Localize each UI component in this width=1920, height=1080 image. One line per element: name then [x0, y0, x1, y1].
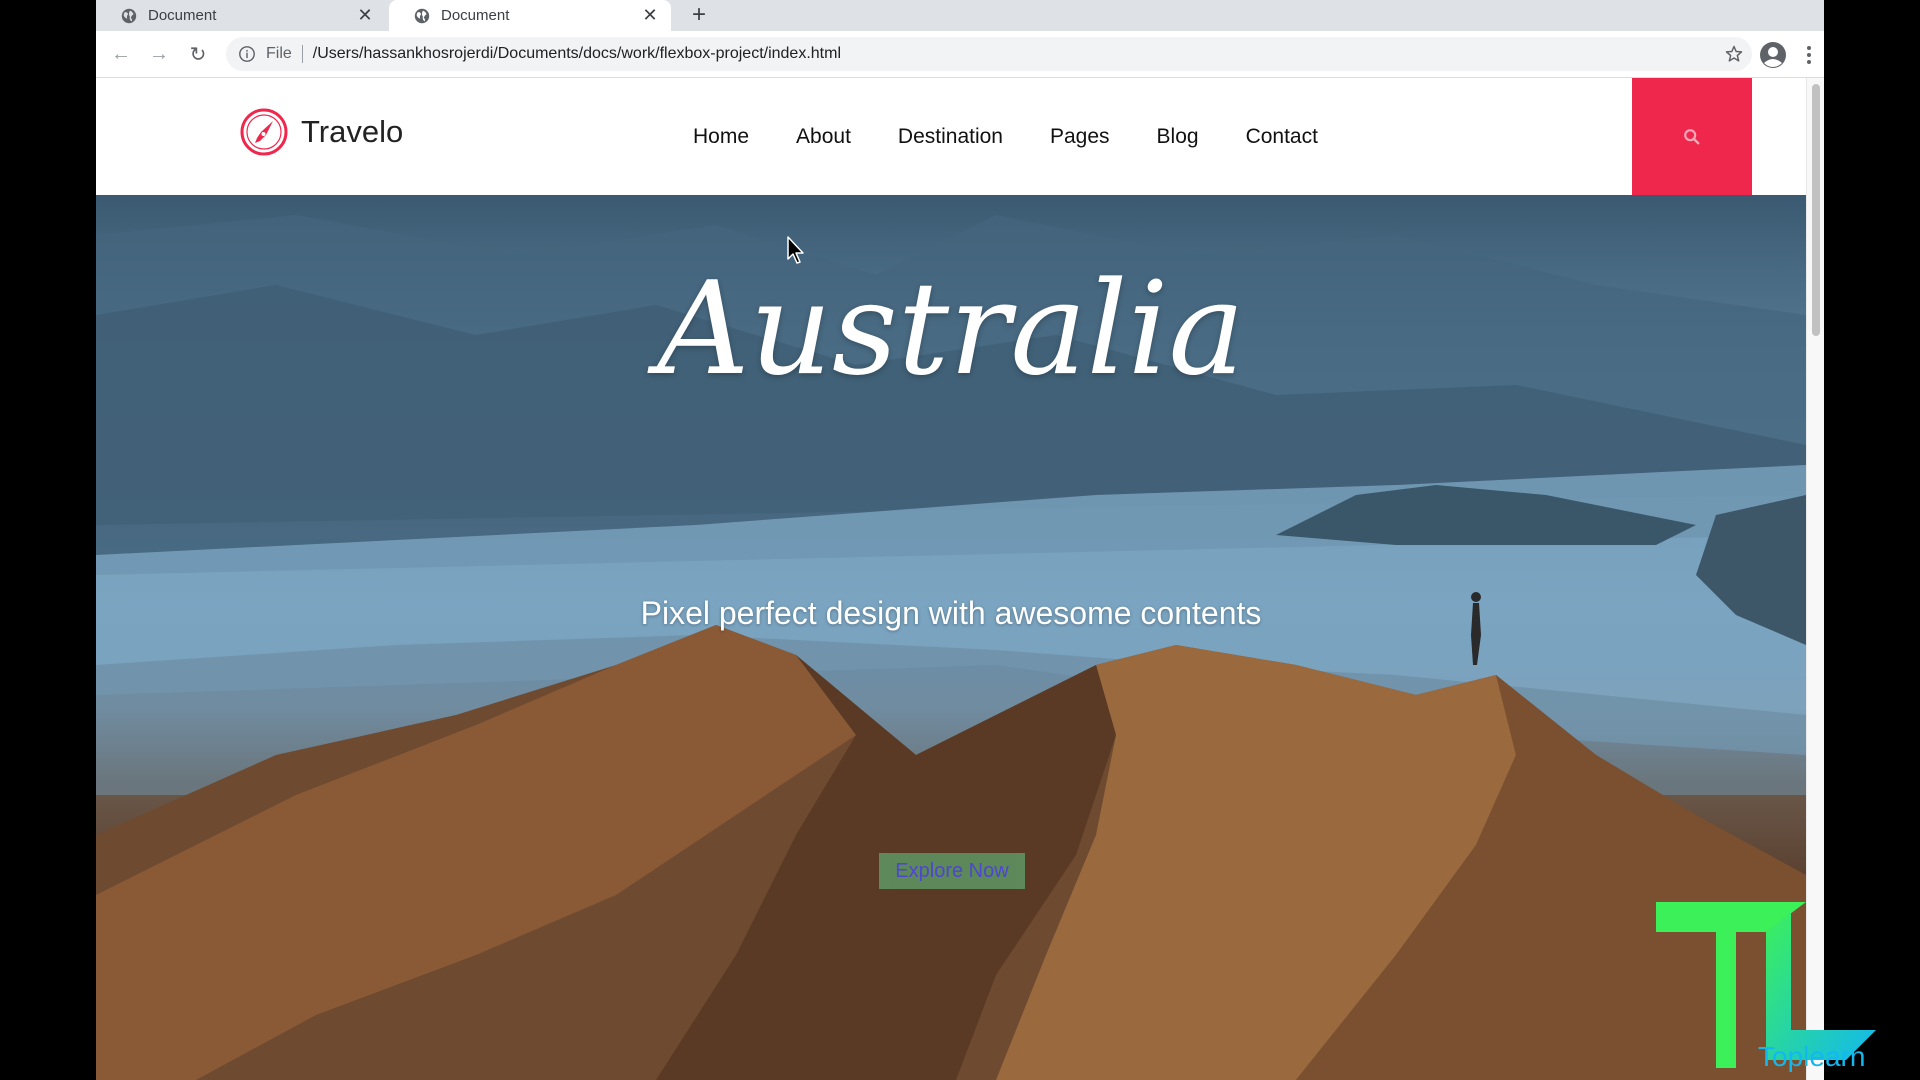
brand-name: Travelo: [301, 114, 404, 149]
nav-link-blog[interactable]: Blog: [1157, 125, 1199, 149]
nav-link-pages[interactable]: Pages: [1050, 125, 1110, 149]
search-icon: [1684, 128, 1700, 144]
close-icon[interactable]: ✕: [639, 5, 661, 27]
bookmark-star-icon[interactable]: [1724, 44, 1744, 64]
explore-now-button[interactable]: Explore Now: [879, 853, 1025, 889]
back-arrow-icon[interactable]: ←: [108, 41, 134, 67]
compass-icon: [240, 108, 288, 156]
globe-icon: [121, 8, 137, 23]
globe-icon: [414, 8, 430, 23]
browser-window: Document ✕ Document ✕ + ← → ↻ File /User…: [96, 0, 1876, 1080]
watermark-text: Toplearn: [1758, 1041, 1865, 1072]
tab-document-2[interactable]: Document ✕: [389, 0, 671, 31]
site-header: Travelo Home About Destination Pages Blo…: [96, 78, 1806, 195]
profile-avatar-icon[interactable]: [1759, 41, 1787, 69]
info-icon[interactable]: [238, 45, 256, 63]
toplearn-watermark-logo: Toplearn: [1656, 902, 1876, 1072]
tab-title: Document: [148, 7, 217, 24]
browser-menu-icon[interactable]: [1799, 41, 1819, 69]
reload-icon[interactable]: ↻: [185, 41, 211, 67]
hero-title: Australia: [657, 255, 1245, 404]
nav-link-about[interactable]: About: [796, 125, 851, 149]
mouse-cursor-icon: [787, 236, 804, 264]
browser-toolbar: ← → ↻ File /Users/hassankhosrojerdi/Docu…: [96, 31, 1824, 78]
site-logo[interactable]: Travelo: [239, 107, 403, 157]
main-nav: Home About Destination Pages Blog Contac…: [693, 78, 1365, 195]
forward-arrow-icon[interactable]: →: [146, 41, 172, 67]
tab-document-1[interactable]: Document ✕: [96, 0, 386, 31]
nav-link-destination[interactable]: Destination: [898, 125, 1003, 149]
scrollbar-thumb[interactable]: [1812, 84, 1820, 336]
url-text[interactable]: /Users/hassankhosrojerdi/Documents/docs/…: [313, 45, 841, 63]
page-viewport: Travelo Home About Destination Pages Blo…: [96, 78, 1806, 1080]
tab-strip: Document ✕ Document ✕ +: [96, 0, 1824, 31]
new-tab-icon[interactable]: +: [686, 1, 712, 28]
address-bar[interactable]: File /Users/hassankhosrojerdi/Documents/…: [226, 37, 1752, 71]
nav-link-contact[interactable]: Contact: [1246, 125, 1318, 149]
hero-section: Australia Pixel perfect design with awes…: [96, 195, 1806, 1080]
tab-title: Document: [441, 7, 510, 24]
close-icon[interactable]: ✕: [354, 5, 376, 27]
nav-link-home[interactable]: Home: [693, 125, 749, 149]
hero-subtitle: Pixel perfect design with awesome conten…: [640, 595, 1262, 631]
url-scheme-label: File: [266, 45, 303, 63]
search-button[interactable]: [1632, 78, 1752, 195]
